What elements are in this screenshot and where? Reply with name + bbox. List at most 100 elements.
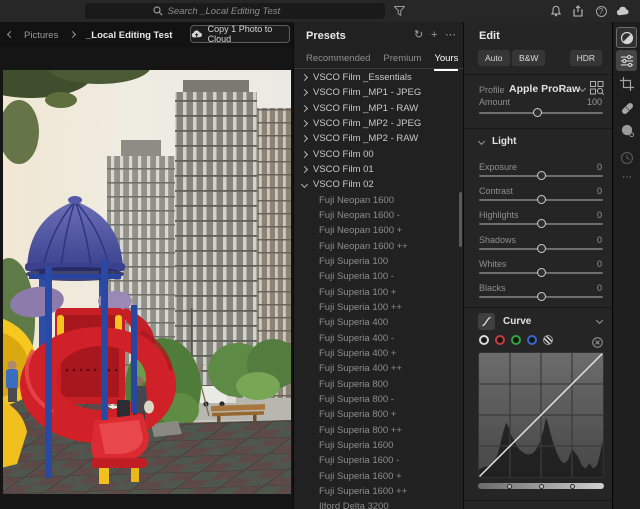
channel-blue-icon[interactable] (527, 335, 537, 345)
bw-button[interactable]: B&W (512, 50, 545, 66)
channel-red-icon[interactable] (495, 335, 505, 345)
back-chevron-icon[interactable] (7, 31, 14, 38)
preset-item[interactable]: Fuji Neopan 1600 (294, 193, 463, 208)
preset-item[interactable]: Fuji Superia 400 - (294, 331, 463, 346)
lightroom-window: ? Pictures _Local Editing Test Copy 1 Ph… (0, 0, 640, 509)
slider-knob[interactable] (537, 292, 546, 301)
preset-add-icon[interactable]: + (431, 28, 437, 42)
edit-tool-button[interactable] (616, 27, 637, 48)
slider-track[interactable] (479, 272, 603, 274)
breadcrumb-folder[interactable]: Pictures (24, 30, 58, 41)
auto-button[interactable]: Auto (478, 50, 510, 66)
preset-item[interactable]: Fuji Superia 800 (294, 377, 463, 392)
curve-chevron-icon[interactable] (596, 317, 603, 324)
preset-sync-icon[interactable]: ↻ (414, 28, 423, 42)
preset-item[interactable]: Fuji Superia 100 + (294, 285, 463, 300)
preset-item[interactable]: Fuji Superia 1600 + (294, 469, 463, 484)
preset-group[interactable]: VSCO Film _MP2 - RAW (294, 131, 463, 146)
chevron-down-icon (478, 138, 485, 145)
channel-point-icon[interactable] (543, 335, 553, 345)
curve-reset-icon[interactable] (592, 335, 603, 353)
preset-item[interactable]: Fuji Neopan 1600 - (294, 208, 463, 223)
slider-track[interactable] (479, 223, 603, 225)
amount-slider-track[interactable] (479, 112, 603, 114)
history-button[interactable] (619, 150, 635, 166)
share-icon[interactable] (571, 4, 585, 18)
tone-curve-graph[interactable] (478, 352, 604, 478)
copy-to-cloud-button[interactable]: Copy 1 Photo to Cloud (190, 25, 290, 43)
chevron-icon (301, 166, 308, 173)
slider-knob[interactable] (537, 244, 546, 253)
cloud-sync-icon[interactable] (616, 4, 630, 18)
light-section-header[interactable]: Light (479, 136, 516, 147)
chevron-icon (301, 181, 308, 188)
tone-range-handle[interactable] (539, 484, 544, 489)
search-input[interactable] (168, 6, 318, 17)
preset-item[interactable]: Fuji Superia 400 (294, 315, 463, 330)
preset-group[interactable]: VSCO Film 02 (294, 177, 463, 192)
masking-tool-button[interactable] (619, 122, 635, 138)
slider-knob[interactable] (537, 171, 546, 180)
preset-item[interactable]: Fuji Superia 100 ++ (294, 300, 463, 315)
preset-group-label: VSCO Film _MP2 - RAW (313, 133, 418, 144)
channel-all-icon[interactable] (479, 335, 489, 345)
search-box[interactable] (85, 3, 385, 19)
tone-range-handle[interactable] (570, 484, 575, 489)
preset-group[interactable]: VSCO Film _MP1 - JPEG (294, 85, 463, 100)
preset-item[interactable]: Fuji Superia 800 ++ (294, 423, 463, 438)
help-icon[interactable]: ? (594, 4, 608, 18)
curve-tool-button[interactable] (478, 313, 495, 330)
preset-group[interactable]: VSCO Film _Essentials (294, 70, 463, 85)
preset-item[interactable]: Fuji Superia 1600 ++ (294, 484, 463, 499)
healing-tool-button[interactable] (619, 100, 635, 116)
preset-group[interactable]: VSCO Film _MP1 - RAW (294, 101, 463, 116)
tone-range-handle[interactable] (507, 484, 512, 489)
presets-scrollbar[interactable] (459, 192, 462, 247)
preset-item[interactable]: Fuji Superia 400 ++ (294, 361, 463, 376)
slider-track[interactable] (479, 175, 603, 177)
light-slider-row: Shadows 0 (464, 233, 612, 257)
preset-item[interactable]: Fuji Neopan 1600 ++ (294, 239, 463, 254)
preset-item[interactable]: Fuji Superia 800 - (294, 392, 463, 407)
preset-item-label: Fuji Superia 1600 - (319, 455, 399, 466)
preset-group-label: VSCO Film 02 (313, 179, 374, 190)
slider-knob[interactable] (537, 268, 546, 277)
preset-item[interactable]: Fuji Superia 1600 - (294, 453, 463, 468)
preset-item-label: Fuji Superia 800 + (319, 409, 396, 420)
amount-label: Amount (479, 97, 510, 107)
preset-item[interactable]: Fuji Superia 400 + (294, 346, 463, 361)
slider-track[interactable] (479, 248, 603, 250)
chevron-icon (301, 74, 308, 81)
preset-item[interactable]: Fuji Neopan 1600 + (294, 223, 463, 238)
bell-icon[interactable] (549, 4, 563, 18)
channel-green-icon[interactable] (511, 335, 521, 345)
preset-item-label: Fuji Superia 400 ++ (319, 363, 402, 374)
preset-item[interactable]: Ilford Delta 3200 (294, 499, 463, 509)
slider-knob[interactable] (537, 195, 546, 204)
photo-canvas[interactable] (3, 70, 291, 494)
photo-workspace (0, 47, 293, 509)
crop-tool-button[interactable] (619, 76, 635, 92)
preset-more-icon[interactable]: ⋯ (445, 28, 456, 42)
preset-item[interactable]: Fuji Superia 100 (294, 254, 463, 269)
slider-knob[interactable] (537, 219, 546, 228)
preset-group[interactable]: VSCO Film 01 (294, 162, 463, 177)
preset-item[interactable]: Fuji Superia 100 - (294, 269, 463, 284)
light-panel-button[interactable] (616, 50, 637, 71)
preset-group[interactable]: VSCO Film 00 (294, 147, 463, 162)
filter-icon[interactable] (392, 4, 406, 18)
preset-item[interactable]: Fuji Superia 1600 (294, 438, 463, 453)
preset-item[interactable]: Fuji Superia 800 + (294, 407, 463, 422)
slider-label: Shadows (479, 235, 516, 245)
preset-group[interactable]: VSCO Film _MP2 - JPEG (294, 116, 463, 131)
hdr-button[interactable]: HDR (570, 50, 602, 66)
slider-value: 0 (597, 162, 602, 172)
edit-divider (464, 74, 612, 75)
slider-track[interactable] (479, 199, 603, 201)
profile-value[interactable]: Apple ProRaw (509, 83, 580, 95)
slider-track[interactable] (479, 296, 603, 298)
more-tools-button[interactable]: ⋯ (613, 172, 640, 183)
tone-range-bar[interactable] (478, 483, 604, 489)
amount-slider-knob[interactable] (533, 108, 542, 117)
preset-item-label: Fuji Superia 1600 + (319, 471, 402, 482)
